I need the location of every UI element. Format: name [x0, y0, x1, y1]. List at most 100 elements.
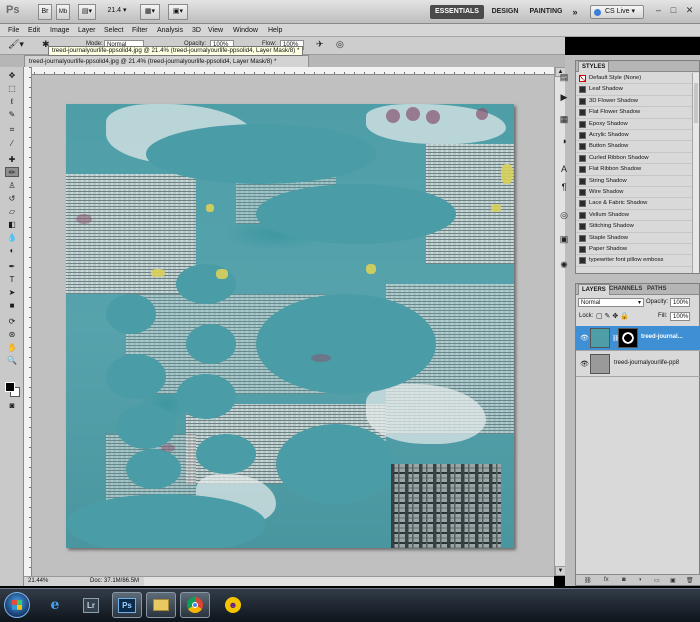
menu-layer[interactable]: Layer	[78, 25, 96, 36]
bridge-button[interactable]: Br	[38, 4, 52, 20]
styles-scrollbar[interactable]	[692, 73, 699, 273]
vertical-ruler[interactable]	[24, 67, 32, 576]
cs-live-button[interactable]: CS Live ▾	[590, 5, 644, 19]
path-select-tool-icon[interactable]: ➤	[5, 287, 19, 297]
quick-select-tool-icon[interactable]: ✎	[5, 109, 19, 119]
new-layer-icon[interactable]: ▣	[670, 577, 676, 584]
new-group-icon[interactable]: ▭	[654, 577, 660, 584]
blend-mode-select[interactable]: Normal ▾	[578, 298, 644, 307]
layer-style-icon[interactable]: fx	[604, 577, 609, 583]
layer-name[interactable]: treed-journal...	[641, 334, 683, 340]
style-item[interactable]: Paper Shadow	[576, 244, 693, 256]
more-workspaces-button[interactable]: »	[570, 5, 580, 19]
foreground-color-swatch[interactable]	[5, 382, 15, 392]
dodge-tool-icon[interactable]: ◐	[5, 245, 19, 255]
airbrush-icon[interactable]: ✈	[316, 39, 324, 50]
style-item[interactable]: Lace & Fabric Shadow	[576, 198, 693, 210]
workspace-design[interactable]: DESIGN	[488, 5, 522, 19]
horizontal-ruler[interactable]	[24, 67, 554, 75]
shape-tool-icon[interactable]: ■	[5, 300, 19, 310]
menu-select[interactable]: Select	[104, 25, 123, 36]
swatches-panel-icon[interactable]: ▦	[557, 112, 571, 126]
screen-mode-button[interactable]: ▣▾	[168, 4, 188, 20]
menu-3d[interactable]: 3D	[192, 25, 201, 36]
style-item[interactable]: Flat Ribbon Shadow	[576, 164, 693, 176]
menu-window[interactable]: Window	[233, 25, 258, 36]
style-item[interactable]: Vellum Shadow	[576, 210, 693, 222]
paragraph-panel-icon[interactable]: ¶	[557, 180, 571, 194]
menu-view[interactable]: View	[208, 25, 223, 36]
eyedropper-tool-icon[interactable]: ⁄	[5, 138, 19, 148]
adjustments-panel-icon[interactable]: ◑	[557, 134, 571, 148]
brush-tool-icon[interactable]: 🖌▾	[8, 39, 24, 50]
tab-channels[interactable]: CHANNELS	[606, 284, 645, 295]
layer-opacity-input[interactable]: 100%	[670, 298, 690, 307]
layer-name[interactable]: treed-journalyourlife-pp8	[614, 360, 679, 366]
style-item[interactable]: Epoxy Shadow	[576, 119, 693, 130]
document-canvas[interactable]	[66, 104, 514, 548]
style-item[interactable]: typewriter font pillow emboss	[576, 255, 693, 267]
maximize-button[interactable]: □	[667, 4, 680, 17]
lasso-tool-icon[interactable]: ℓ	[5, 96, 19, 106]
yahoo-messenger-icon[interactable]: ☻	[218, 592, 248, 618]
minimize-button[interactable]: –	[652, 4, 665, 17]
navigator-panel-icon[interactable]: ▣	[557, 232, 571, 246]
lock-icons[interactable]: ▢ ✎ ✥ 🔒	[596, 312, 629, 320]
folder-icon[interactable]	[146, 592, 176, 618]
style-item[interactable]: Button Shadow	[576, 141, 693, 153]
document-tab[interactable]: treed-journalyourlife-ppsolid4.jpg @ 21.…	[24, 55, 309, 67]
history-panel-icon[interactable]: ▤	[557, 70, 571, 84]
zoom-readout[interactable]: 21.44%	[28, 577, 48, 586]
style-item[interactable]: Curled Ribbon Shadow	[576, 153, 693, 165]
fill-input[interactable]: 100%	[670, 312, 690, 321]
menu-image[interactable]: Image	[50, 25, 69, 36]
menu-analysis[interactable]: Analysis	[157, 25, 183, 36]
marquee-tool-icon[interactable]: ⬚	[5, 83, 19, 93]
link-layers-icon[interactable]: ⛓	[584, 577, 592, 584]
style-item[interactable]: Leaf Shadow	[576, 84, 693, 96]
pen-tool-icon[interactable]: ✒	[5, 261, 19, 271]
layer-mask-thumbnail[interactable]	[618, 328, 638, 348]
lightroom-icon[interactable]: Lr	[76, 592, 106, 618]
history-brush-tool-icon[interactable]: ↺	[5, 193, 19, 203]
layer-row[interactable]: 👁 treed-journalyourlife-pp8	[576, 352, 700, 377]
delete-layer-icon[interactable]: 🗑	[686, 577, 694, 584]
3d-rotate-tool-icon[interactable]: ⟳	[5, 316, 19, 326]
visibility-eye-icon[interactable]: 👁	[580, 334, 589, 342]
workspace-essentials[interactable]: ESSENTIALS	[430, 5, 484, 19]
arrange-documents-button[interactable]: ▦▾	[140, 4, 160, 20]
move-tool-icon[interactable]: ✥	[5, 70, 19, 80]
3d-orbit-tool-icon[interactable]: ⊛	[5, 329, 19, 339]
ie-icon[interactable]: e	[40, 592, 70, 618]
style-item[interactable]: Flat Flower Shadow	[576, 107, 693, 119]
photoshop-icon[interactable]: Ps	[112, 592, 142, 618]
close-button[interactable]: ✕	[683, 4, 696, 17]
character-panel-icon[interactable]: A	[557, 162, 571, 176]
style-item[interactable]: Acrylic Shadow	[576, 130, 693, 142]
brush-tool-icon[interactable]: ✏	[5, 167, 19, 177]
gradient-tool-icon[interactable]: ◧	[5, 219, 19, 229]
adjustment-layer-icon[interactable]: ◑	[638, 577, 642, 583]
style-item[interactable]: String Shadow	[576, 176, 693, 187]
style-item[interactable]: Staple Shadow	[576, 233, 693, 244]
visibility-eye-icon[interactable]: 👁	[580, 360, 589, 368]
minibridge-button[interactable]: Mb	[56, 4, 70, 20]
zoom-tool-icon[interactable]: 🔍	[5, 355, 19, 365]
style-item[interactable]: Default Style (None)	[576, 73, 693, 85]
add-mask-icon[interactable]: ◙	[622, 577, 626, 583]
menu-filter[interactable]: Filter	[132, 25, 148, 36]
extras-dropdown[interactable]: ▤▾	[78, 4, 96, 20]
zoom-level[interactable]: 21.4 ▾	[104, 4, 130, 20]
quick-mask-icon[interactable]: ◙	[5, 400, 19, 410]
blur-tool-icon[interactable]: 💧	[5, 232, 19, 242]
masks-panel-icon[interactable]: ◎	[557, 208, 571, 222]
workspace-painting[interactable]: PAINTING	[526, 5, 566, 19]
eraser-tool-icon[interactable]: ▱	[5, 206, 19, 216]
clone-stamp-tool-icon[interactable]: ♙	[5, 180, 19, 190]
style-item[interactable]: 3D Flower Shadow	[576, 96, 693, 108]
crop-tool-icon[interactable]: ⌗	[5, 125, 19, 135]
actions-panel-icon[interactable]: ▶	[557, 90, 571, 104]
menu-edit[interactable]: Edit	[28, 25, 40, 36]
horizontal-scrollbar[interactable]	[144, 576, 554, 586]
hand-tool-icon[interactable]: ✋	[5, 342, 19, 352]
